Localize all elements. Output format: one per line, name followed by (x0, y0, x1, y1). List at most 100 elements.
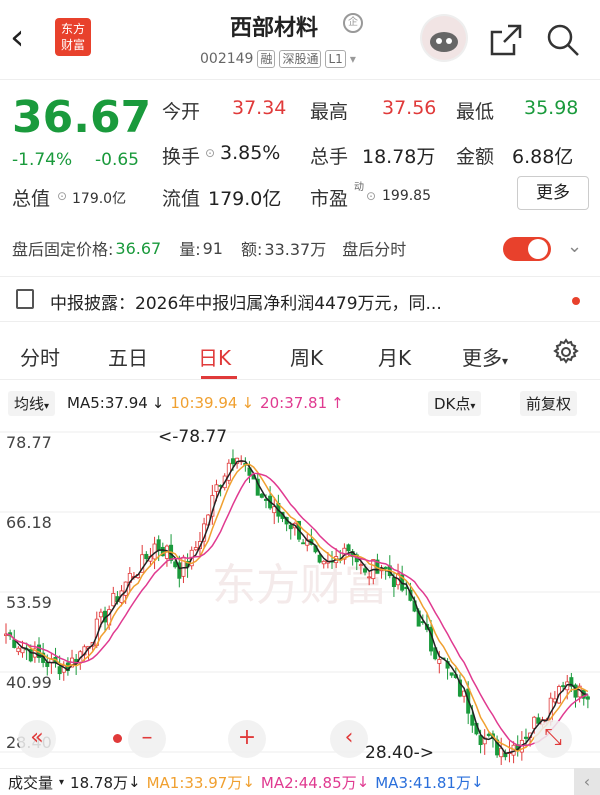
unread-dot (572, 297, 580, 305)
chevron-down-icon: ▾ (502, 354, 509, 368)
turnover-label: 换手 (162, 146, 201, 168)
notice-text[interactable]: 中报披露：2026年中报归属净利润4479万元，同... (50, 289, 442, 314)
vol-ma1: MA1:33.97万 (146, 773, 243, 792)
total-volume-label: 总手 (310, 146, 349, 168)
volume-label[interactable]: 成交量 (8, 772, 53, 793)
change-percent: -1.74% (12, 150, 73, 170)
turnover-value: 3.85% (220, 142, 281, 164)
gear-icon[interactable] (552, 338, 580, 366)
candle-body (346, 544, 351, 552)
document-icon (16, 289, 34, 309)
ma-mode-label: 均线 (14, 394, 45, 413)
more-button[interactable]: 更多 (517, 176, 589, 210)
current-price: 36.67 (12, 92, 152, 143)
volume-indicator-bar: 成交量 ▾ 18.78万 ↓ MA1:33.97万 ↓ MA2:44.85万 ↓… (0, 768, 600, 795)
vol-ma2: MA2:44.85万 (260, 773, 357, 792)
volume-arrow: ↓ (128, 773, 141, 791)
ma-indicator-bar: 均线▾ MA5:37.94 ↓ 10:39.94 ↓ 20:37.81 ↑ DK… (0, 388, 600, 418)
amount-label: 金额 (456, 146, 495, 168)
chevron-down-icon[interactable]: ▾ (350, 52, 356, 66)
info-icon: ⊙ (57, 189, 68, 203)
market-cap-value: 179.0亿 (72, 191, 127, 207)
chart-controls: « – + ‹ ⤡ (0, 720, 600, 760)
candle-body (144, 553, 149, 560)
enterprise-badge: 企 (343, 13, 363, 33)
tab-more[interactable]: 更多▾ (462, 342, 508, 371)
candle-body (214, 484, 219, 492)
vol-ma1-arrow: ↓ (242, 773, 255, 791)
step-left-button[interactable]: ‹ (330, 720, 368, 758)
low-value: 35.98 (524, 97, 579, 119)
pe-superscript: 动 (354, 182, 364, 193)
candle-body (358, 564, 363, 567)
float-cap-label: 流值 (162, 188, 201, 210)
pe-value: 199.85 (382, 188, 431, 204)
vol-ma3-arrow: ↓ (470, 773, 484, 791)
ma10-value: 10:39.94 (170, 394, 238, 412)
candle-body (230, 458, 235, 465)
candle-body (367, 576, 372, 579)
ma5-arrow: ↓ (151, 394, 165, 412)
chevron-left-icon[interactable]: ‹ (574, 768, 600, 795)
vol-ma2-arrow: ↓ (356, 773, 370, 791)
toggle-knob (528, 239, 548, 259)
tab-five-day[interactable]: 五日 (108, 342, 148, 371)
zoom-in-button[interactable]: + (228, 720, 266, 758)
tab-timeshare[interactable]: 分时 (20, 342, 60, 371)
ma5-value: MA5:37.94 (67, 394, 148, 412)
candle-body (98, 611, 103, 618)
back-icon[interactable]: ‹ (10, 20, 24, 56)
info-icon: ⊙ (366, 189, 377, 203)
high-label: 最高 (310, 101, 349, 123)
dk-point-select[interactable]: DK点▾ (428, 390, 482, 416)
candle-body (45, 662, 50, 667)
candle-body (317, 554, 322, 563)
candle-body (16, 647, 21, 653)
app-logo: 东方 财富 (55, 18, 91, 56)
avatar[interactable] (420, 14, 468, 62)
chevron-down-icon[interactable]: ⌄ (567, 236, 582, 257)
period-tabs: 分时 五日 日K 周K 月K 更多▾ (0, 330, 600, 380)
ma20-value: 20:37.81 (260, 394, 328, 412)
ma10-arrow: ↓ (241, 394, 255, 412)
y-tick-label: 53.59 (6, 593, 52, 612)
total-volume-value: 18.78万 (362, 146, 436, 168)
stock-code: 002149 (200, 51, 254, 67)
candle-body (383, 566, 388, 570)
amount-value: 6.88亿 (512, 146, 574, 168)
notice-bar[interactable]: 中报披露：2026年中报归属净利润4479万元，同... (0, 276, 600, 322)
candle-body (585, 696, 590, 700)
stock-name: 西部材料 (230, 16, 319, 41)
tab-weekly-k[interactable]: 周K (290, 342, 323, 371)
candle-body (449, 672, 454, 676)
candle-body (156, 539, 161, 551)
ah-timeshare-label: 盘后分时 (342, 240, 407, 259)
scroll-left-button[interactable]: « (18, 720, 56, 758)
candle-body (288, 524, 293, 530)
tab-more-label: 更多 (462, 346, 502, 370)
tab-daily-k[interactable]: 日K (198, 342, 231, 371)
market-cap-label: 总值 (12, 188, 51, 210)
fullscreen-button[interactable]: ⤡ (534, 720, 572, 758)
candle-body (301, 542, 306, 545)
candlestick-chart[interactable]: 东方财富 78.7766.1853.5940.9928.40 <-78.77 2… (0, 420, 600, 765)
ma20-arrow: ↑ (331, 394, 344, 412)
adjust-select[interactable]: 前复权 (520, 390, 578, 416)
ma-mode-select[interactable]: 均线▾ (8, 390, 56, 416)
chevron-down-icon: ▾ (470, 400, 476, 412)
candle-body (111, 592, 116, 607)
tab-monthly-k[interactable]: 月K (378, 342, 411, 371)
zoom-out-button[interactable]: – (128, 720, 166, 758)
high-annotation: <-78.77 (158, 427, 227, 447)
search-icon[interactable] (545, 22, 581, 58)
candle-body (259, 493, 264, 498)
vol-ma3: MA3:41.81万 (375, 773, 471, 792)
fixed-price-label: 盘后固定价格: (12, 240, 114, 259)
volume-value: 18.78万 (70, 773, 128, 792)
tag-connect: 深股通 (279, 50, 322, 68)
chevron-down-icon[interactable]: ▾ (59, 777, 64, 788)
float-cap-value: 179.0亿 (208, 188, 282, 210)
share-icon[interactable] (488, 22, 524, 58)
tab-underline (201, 376, 237, 379)
tag-margin: 融 (257, 50, 276, 68)
